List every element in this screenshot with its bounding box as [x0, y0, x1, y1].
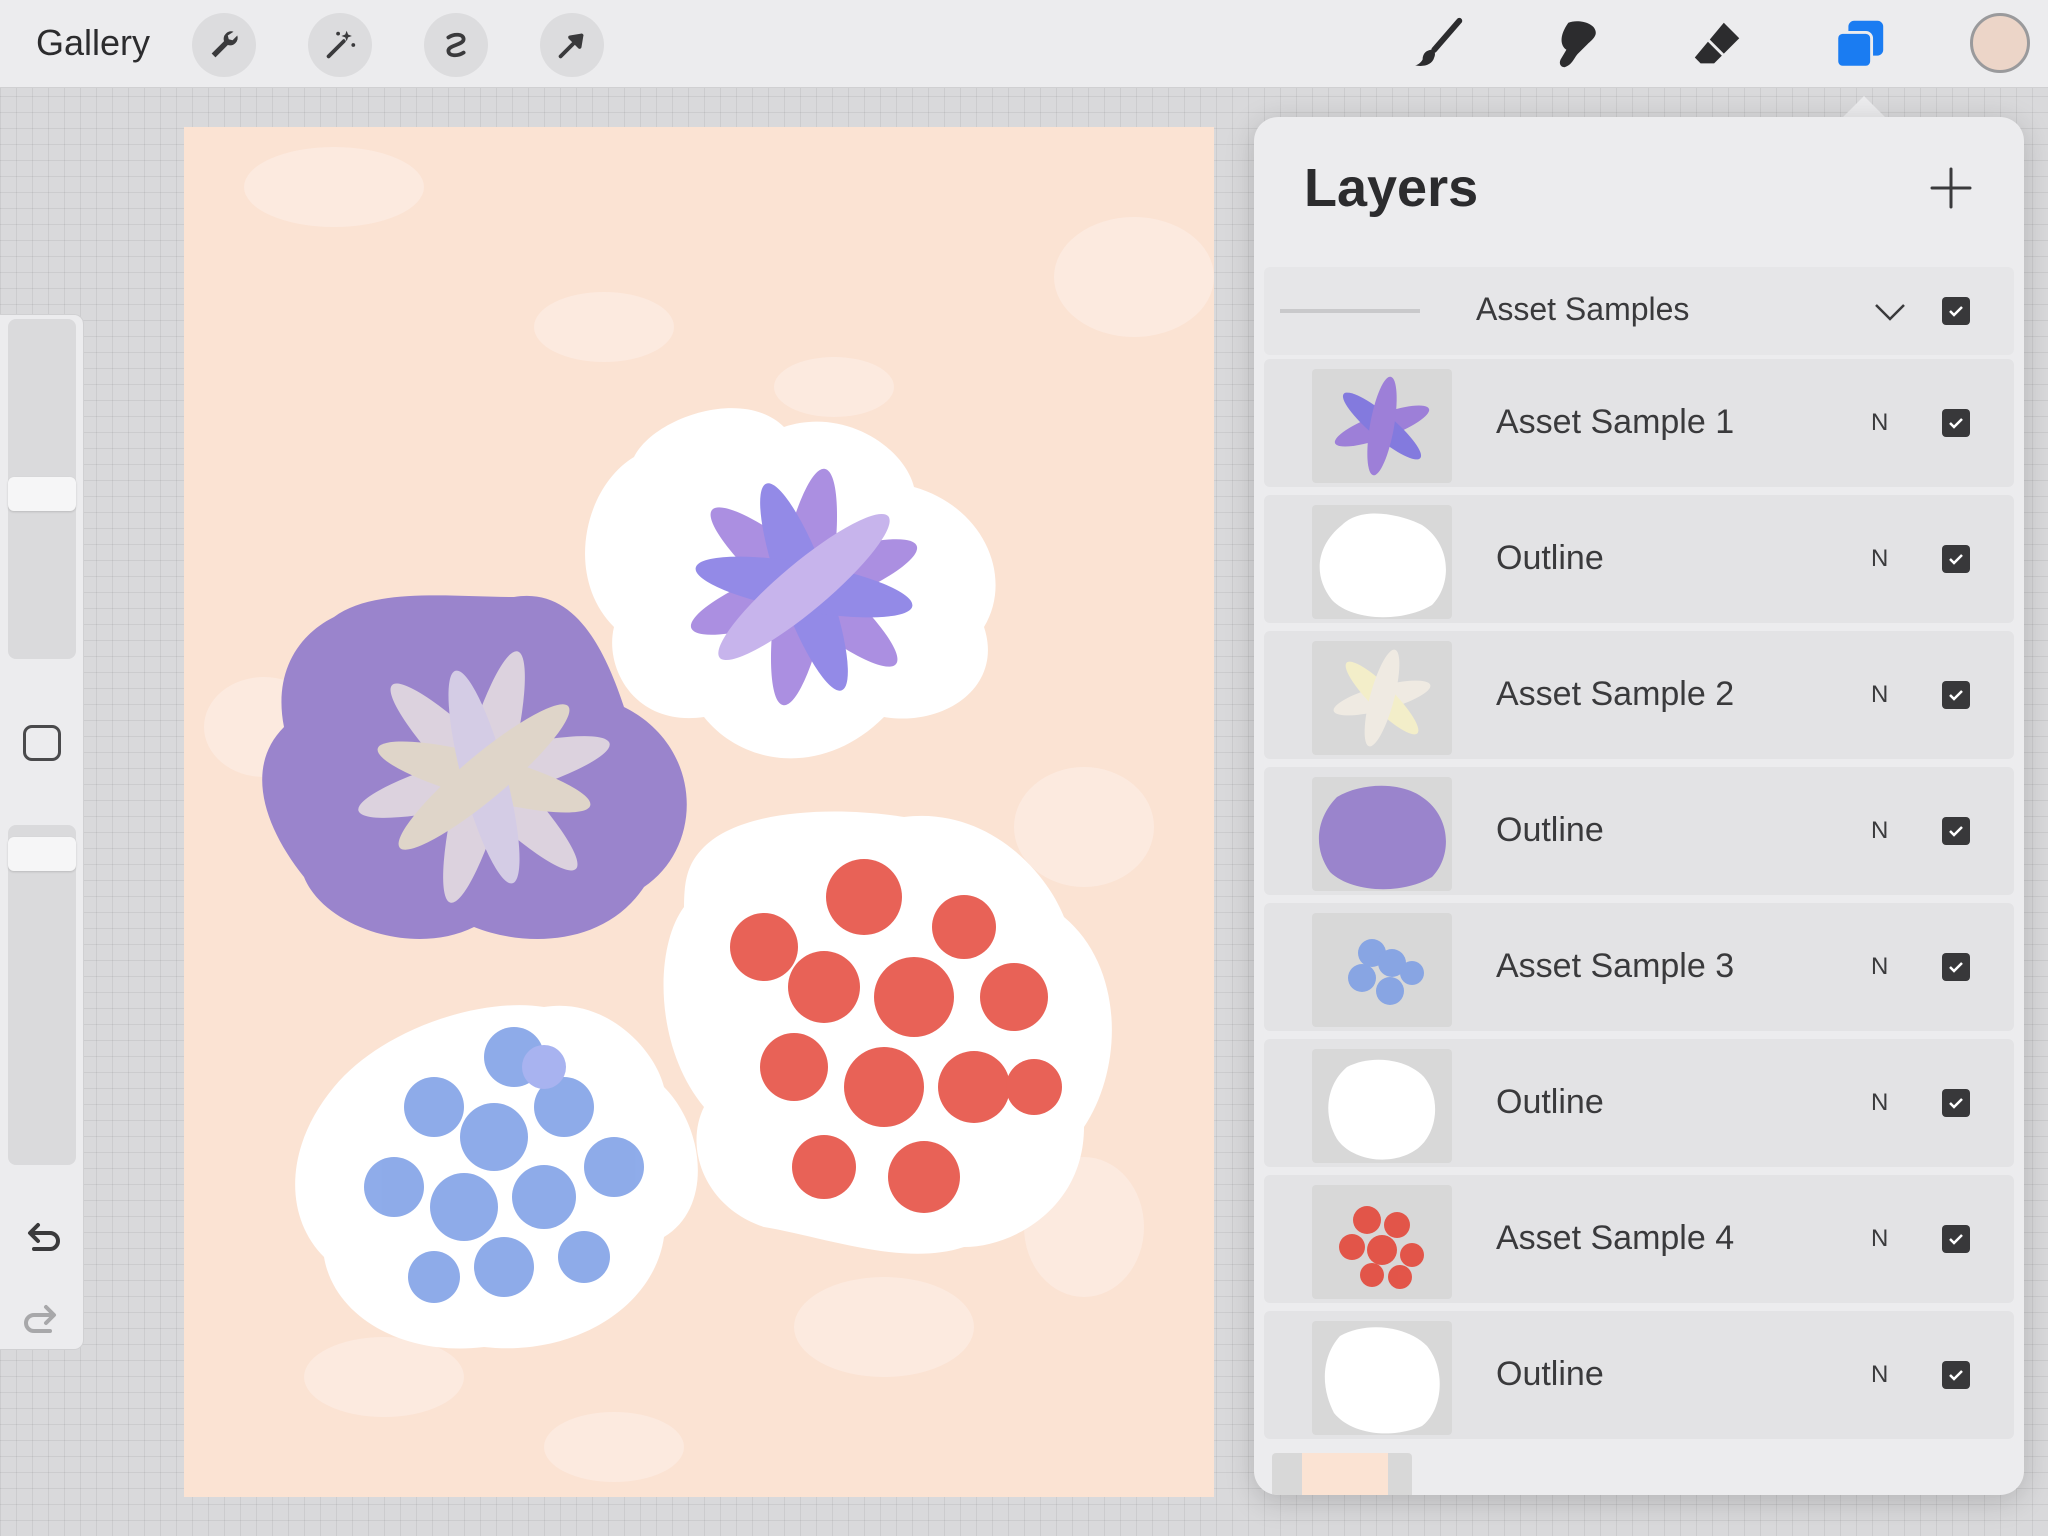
- group-visibility-checkbox[interactable]: [1942, 297, 1970, 325]
- wrench-icon[interactable]: [192, 13, 256, 77]
- layer-thumbnail: [1312, 1321, 1452, 1435]
- layer-row[interactable]: Outline N: [1264, 767, 2014, 895]
- sidebar: [0, 314, 84, 1350]
- layer-visibility-checkbox[interactable]: [1942, 817, 1970, 845]
- blend-mode[interactable]: N: [1871, 817, 1888, 845]
- layer-thumbnail: [1312, 505, 1452, 619]
- sticker-blue-flowers: [295, 1005, 698, 1349]
- layer-row[interactable]: Asset Sample 3 N: [1264, 903, 2014, 1031]
- add-layer-icon[interactable]: [1928, 165, 1974, 211]
- layer-thumbnail: [1312, 777, 1452, 891]
- blend-mode[interactable]: N: [1871, 545, 1888, 573]
- layer-row[interactable]: Asset Sample 2 N: [1264, 631, 2014, 759]
- redo-icon[interactable]: [18, 1297, 66, 1345]
- layer-visibility-checkbox[interactable]: [1942, 1089, 1970, 1117]
- group-indicator: [1280, 309, 1420, 313]
- layers-panel: Layers Asset Samples Asset Sample 1 N Ou…: [1254, 117, 2024, 1495]
- layer-name: Asset Sample 2: [1496, 675, 1735, 713]
- layer-visibility-checkbox[interactable]: [1942, 1361, 1970, 1389]
- layer-visibility-checkbox[interactable]: [1942, 409, 1970, 437]
- sticker-purple-flower: [585, 408, 996, 759]
- brush-size-slider[interactable]: [8, 319, 76, 659]
- layer-row[interactable]: Outline N: [1264, 1311, 2014, 1439]
- blend-mode[interactable]: N: [1871, 681, 1888, 709]
- canvas-artwork: [204, 147, 1214, 1482]
- modify-button[interactable]: [23, 725, 61, 761]
- opacity-slider[interactable]: [8, 825, 76, 1165]
- layer-visibility-checkbox[interactable]: [1942, 545, 1970, 573]
- selection-icon[interactable]: [424, 13, 488, 77]
- layer-visibility-checkbox[interactable]: [1942, 681, 1970, 709]
- layer-name: Asset Sample 1: [1496, 403, 1735, 441]
- group-name: Asset Samples: [1476, 291, 1690, 327]
- brush-size-knob[interactable]: [8, 477, 76, 511]
- magic-wand-icon[interactable]: [308, 13, 372, 77]
- sticker-red-flowers: [663, 811, 1112, 1254]
- opacity-knob[interactable]: [8, 837, 76, 871]
- layer-visibility-checkbox[interactable]: [1942, 953, 1970, 981]
- drawing-canvas[interactable]: [184, 127, 1214, 1497]
- layer-row[interactable]: Asset Sample 4 N: [1264, 1175, 2014, 1303]
- layer-visibility-checkbox[interactable]: [1942, 1225, 1970, 1253]
- transform-arrow-icon[interactable]: [540, 13, 604, 77]
- layer-row[interactable]: Outline N: [1264, 495, 2014, 623]
- layer-row[interactable]: Asset Sample 1 N: [1264, 359, 2014, 487]
- blend-mode[interactable]: N: [1871, 1361, 1888, 1389]
- layer-name: Outline: [1496, 1083, 1604, 1121]
- chevron-down-icon[interactable]: [1872, 293, 1908, 329]
- layer-thumbnail: [1312, 913, 1452, 1027]
- blend-mode[interactable]: N: [1871, 1089, 1888, 1117]
- layer-name: Outline: [1496, 539, 1604, 577]
- layer-name: Asset Sample 3: [1496, 947, 1735, 985]
- undo-icon[interactable]: [18, 1215, 66, 1263]
- layer-thumbnail: [1312, 1049, 1452, 1163]
- layers-icon[interactable]: [1830, 14, 1890, 74]
- layer-thumbnail: [1312, 641, 1452, 755]
- blend-mode[interactable]: N: [1871, 1225, 1888, 1253]
- layer-name: Outline: [1496, 1355, 1604, 1393]
- layer-thumbnail: [1312, 369, 1452, 483]
- eraser-icon[interactable]: [1688, 14, 1748, 74]
- layer-name: Outline: [1496, 811, 1604, 849]
- layer-group-row[interactable]: Asset Samples: [1264, 267, 2014, 355]
- brush-icon[interactable]: [1410, 14, 1470, 74]
- blend-mode[interactable]: N: [1871, 409, 1888, 437]
- layer-name: Asset Sample 4: [1496, 1219, 1735, 1257]
- background-layer-thumbnail[interactable]: [1272, 1453, 1412, 1495]
- blend-mode[interactable]: N: [1871, 953, 1888, 981]
- layers-title: Layers: [1304, 158, 1479, 218]
- gallery-button[interactable]: Gallery: [36, 22, 150, 64]
- smudge-icon[interactable]: [1548, 14, 1608, 74]
- color-swatch[interactable]: [1970, 13, 2030, 73]
- layer-row[interactable]: Outline N: [1264, 1039, 2014, 1167]
- layer-thumbnail: [1312, 1185, 1452, 1299]
- top-toolbar: Gallery: [0, 0, 2048, 88]
